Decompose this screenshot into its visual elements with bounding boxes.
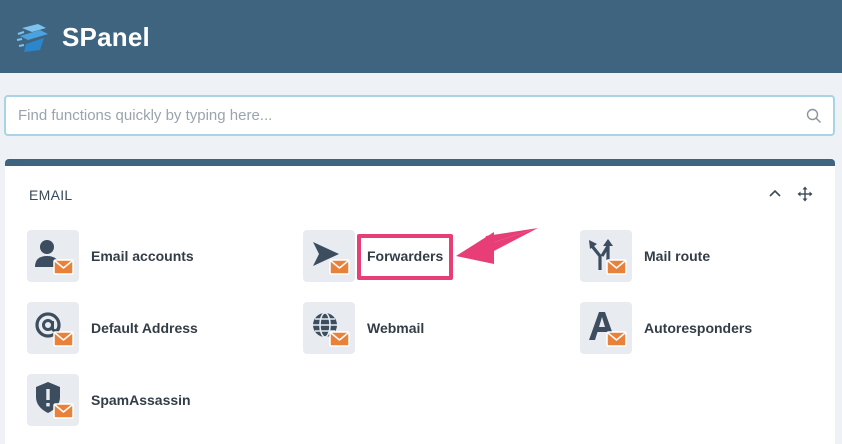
search-icon[interactable] <box>806 108 822 124</box>
item-label: Webmail <box>367 320 425 336</box>
spamassassin-item[interactable]: SpamAssassin <box>27 374 191 426</box>
autoresponders-item[interactable]: Autoresponders <box>580 302 752 354</box>
webmail-item[interactable]: Webmail <box>303 302 424 354</box>
route-mail-icon <box>580 230 632 282</box>
user-mail-icon <box>27 230 79 282</box>
brand-name[interactable]: SPanel <box>62 22 150 53</box>
at-mail-icon <box>27 302 79 354</box>
item-label: Mail route <box>644 248 711 264</box>
mail-route-item[interactable]: Mail route <box>580 230 710 282</box>
shield-mail-icon <box>27 374 79 426</box>
search-input[interactable] <box>6 97 786 134</box>
forwarders-highlight-box <box>357 234 453 280</box>
default-address-item[interactable]: Default Address <box>27 302 198 354</box>
panel-title: EMAIL <box>29 187 73 203</box>
spanel-logo-icon[interactable] <box>16 20 52 56</box>
search-box <box>4 95 835 136</box>
send-mail-icon <box>303 230 355 282</box>
email-accounts-item[interactable]: Email accounts <box>27 230 194 282</box>
item-label: Default Address <box>91 320 198 336</box>
globe-mail-icon <box>303 302 355 354</box>
chevron-up-icon[interactable] <box>767 186 783 202</box>
top-bar: SPanel <box>0 0 842 73</box>
a-mail-icon <box>580 302 632 354</box>
item-label: Email accounts <box>91 248 194 264</box>
item-label: Autoresponders <box>644 320 753 336</box>
annotation-arrow-icon <box>456 228 538 264</box>
item-label: SpamAssassin <box>91 392 191 408</box>
move-icon[interactable] <box>797 186 813 202</box>
